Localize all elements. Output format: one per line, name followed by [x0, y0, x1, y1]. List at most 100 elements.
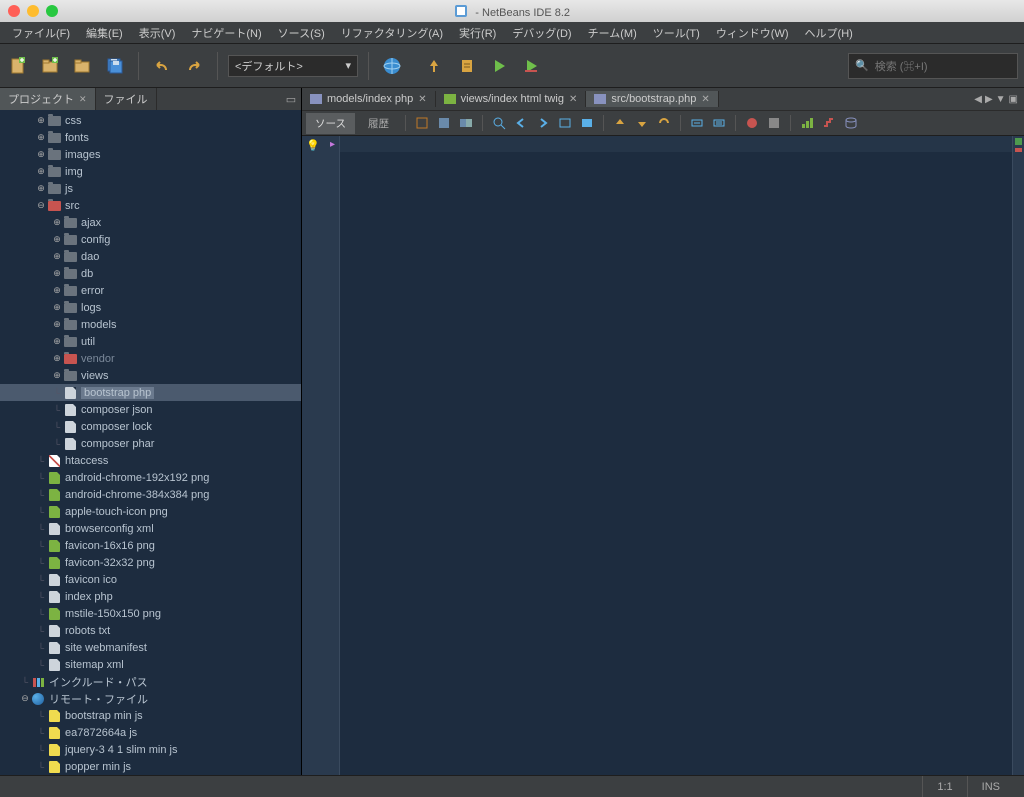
menu-file[interactable]: ファイル(F): [4, 23, 78, 43]
tree-item[interactable]: └mstile-150x150 png: [0, 605, 301, 622]
new-project-icon[interactable]: [38, 53, 64, 79]
undo-icon[interactable]: [149, 53, 175, 79]
tree-item[interactable]: └android-chrome-384x384 png: [0, 486, 301, 503]
tab-projects[interactable]: プロジェクト✕: [0, 88, 96, 110]
tree-item[interactable]: └index php: [0, 588, 301, 605]
run-icon[interactable]: [487, 53, 513, 79]
minimize-panel-icon[interactable]: ▭: [281, 93, 301, 106]
tree-item[interactable]: └bootstrap php: [0, 384, 301, 401]
open-project-icon[interactable]: [70, 53, 96, 79]
ed-icon[interactable]: [457, 114, 475, 132]
tree-item[interactable]: └apple-touch-icon png: [0, 503, 301, 520]
source-tab[interactable]: ソース: [306, 113, 355, 134]
menu-source[interactable]: ソース(S): [270, 23, 333, 43]
search-box[interactable]: 🔍 検索 (⌘+I): [848, 53, 1018, 79]
tree-item[interactable]: └インクルード・パス: [0, 673, 301, 690]
menu-tools[interactable]: ツール(T): [645, 23, 708, 43]
tree-item[interactable]: └composer lock: [0, 418, 301, 435]
ed-icon[interactable]: [655, 114, 673, 132]
tree-item[interactable]: └android-chrome-192x192 png: [0, 469, 301, 486]
menu-team[interactable]: チーム(M): [580, 23, 645, 43]
redo-icon[interactable]: [181, 53, 207, 79]
ed-icon[interactable]: [435, 114, 453, 132]
stop-icon[interactable]: [765, 114, 783, 132]
ed-icon[interactable]: [413, 114, 431, 132]
tab-next-icon[interactable]: ▶: [985, 94, 993, 105]
tree-item[interactable]: └composer json: [0, 401, 301, 418]
tree-item[interactable]: ⊕vendor: [0, 350, 301, 367]
code-area[interactable]: [340, 136, 1012, 775]
save-all-icon[interactable]: [102, 53, 128, 79]
tree-item[interactable]: ⊖リモート・ファイル: [0, 690, 301, 707]
mac-minimize-button[interactable]: [27, 5, 39, 17]
tree-item[interactable]: └composer phar: [0, 435, 301, 452]
tree-item[interactable]: ⊕images: [0, 146, 301, 163]
tree-item[interactable]: └favicon-32x32 png: [0, 554, 301, 571]
ed-icon[interactable]: [820, 114, 838, 132]
history-tab[interactable]: 履歴: [359, 113, 398, 134]
tree-item[interactable]: └browserconfig xml: [0, 520, 301, 537]
mac-close-button[interactable]: [8, 5, 20, 17]
ed-icon[interactable]: [688, 114, 706, 132]
ed-next-icon[interactable]: [534, 114, 552, 132]
menu-debug[interactable]: デバッグ(D): [504, 23, 579, 43]
clean-build-icon[interactable]: [455, 53, 481, 79]
tree-item[interactable]: └robots txt: [0, 622, 301, 639]
close-icon[interactable]: ✕: [569, 94, 577, 105]
cursor-position[interactable]: 1:1: [922, 776, 966, 797]
editor-tab[interactable]: views/index html twig✕: [436, 91, 587, 107]
editor-tab[interactable]: models/index php✕: [302, 91, 436, 107]
ed-find-icon[interactable]: [490, 114, 508, 132]
tree-item[interactable]: ⊕fonts: [0, 129, 301, 146]
tree-item[interactable]: └ea7872664a js: [0, 724, 301, 741]
debug-icon[interactable]: [519, 53, 545, 79]
tab-list-icon[interactable]: ▼: [996, 94, 1006, 105]
new-file-icon[interactable]: [6, 53, 32, 79]
ed-icon[interactable]: [798, 114, 816, 132]
editor-tab[interactable]: src/bootstrap.php✕: [586, 91, 718, 107]
tree-item[interactable]: ⊖src: [0, 197, 301, 214]
tree-item[interactable]: ⊕js: [0, 180, 301, 197]
tree-item[interactable]: ⊕logs: [0, 299, 301, 316]
project-tree[interactable]: ⊕css⊕fonts⊕images⊕img⊕js⊖src⊕ajax⊕config…: [0, 110, 301, 775]
tab-files[interactable]: ファイル: [96, 88, 157, 110]
tree-item[interactable]: ⊕css: [0, 112, 301, 129]
tree-item[interactable]: ⊕util: [0, 333, 301, 350]
browser-icon[interactable]: [379, 53, 405, 79]
config-combo[interactable]: <デフォルト>▾: [228, 55, 358, 77]
record-icon[interactable]: [743, 114, 761, 132]
editor-gutter[interactable]: 💡 ▸: [302, 136, 340, 775]
tree-item[interactable]: └favicon ico: [0, 571, 301, 588]
ed-icon[interactable]: [710, 114, 728, 132]
tree-item[interactable]: ⊕models: [0, 316, 301, 333]
maximize-icon[interactable]: ▣: [1009, 94, 1018, 105]
close-icon[interactable]: ✕: [418, 94, 426, 105]
tree-item[interactable]: └sitemap xml: [0, 656, 301, 673]
tree-item[interactable]: ⊕views: [0, 367, 301, 384]
menu-refactor[interactable]: リファクタリング(A): [333, 23, 451, 43]
tab-prev-icon[interactable]: ◀: [974, 94, 982, 105]
insert-mode[interactable]: INS: [967, 776, 1014, 797]
menu-run[interactable]: 実行(R): [451, 23, 504, 43]
tree-item[interactable]: └bootstrap min js: [0, 707, 301, 724]
menu-view[interactable]: 表示(V): [131, 23, 184, 43]
ed-icon[interactable]: [578, 114, 596, 132]
tree-item[interactable]: ⊕ajax: [0, 214, 301, 231]
ed-down-icon[interactable]: [633, 114, 651, 132]
mac-maximize-button[interactable]: [46, 5, 58, 17]
overview-ruler[interactable]: [1012, 136, 1024, 775]
tree-item[interactable]: └jquery-3 4 1 slim min js: [0, 741, 301, 758]
ed-icon[interactable]: [842, 114, 860, 132]
tree-item[interactable]: ⊕error: [0, 282, 301, 299]
tree-item[interactable]: └popper min js: [0, 758, 301, 775]
tree-item[interactable]: ⊕db: [0, 265, 301, 282]
ed-prev-icon[interactable]: [512, 114, 530, 132]
tree-item[interactable]: └site webmanifest: [0, 639, 301, 656]
menu-navigate[interactable]: ナビゲート(N): [183, 23, 269, 43]
tree-item[interactable]: ⊕img: [0, 163, 301, 180]
lightbulb-icon[interactable]: 💡: [306, 139, 320, 152]
menu-edit[interactable]: 編集(E): [78, 23, 131, 43]
close-icon[interactable]: ✕: [701, 94, 709, 105]
build-icon[interactable]: [423, 53, 449, 79]
tree-item[interactable]: └htaccess: [0, 452, 301, 469]
